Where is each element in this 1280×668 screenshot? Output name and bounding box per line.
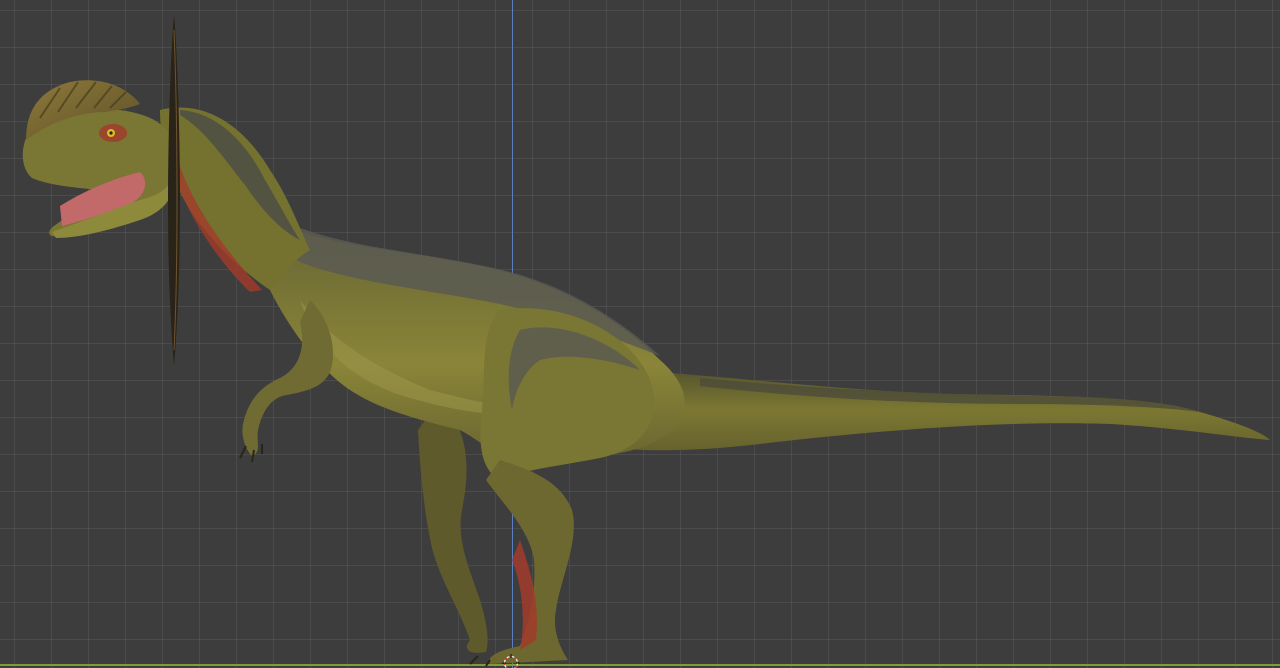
origin-cursor-icon[interactable] bbox=[501, 653, 521, 668]
plane-object[interactable] bbox=[168, 14, 180, 366]
scene-canvas[interactable] bbox=[0, 0, 1280, 668]
leg-red-stripe bbox=[512, 540, 537, 650]
dino-foot-claws bbox=[469, 655, 491, 667]
dino-arm bbox=[242, 300, 334, 456]
3d-viewport[interactable] bbox=[0, 0, 1280, 668]
dino-pupil bbox=[109, 131, 113, 135]
